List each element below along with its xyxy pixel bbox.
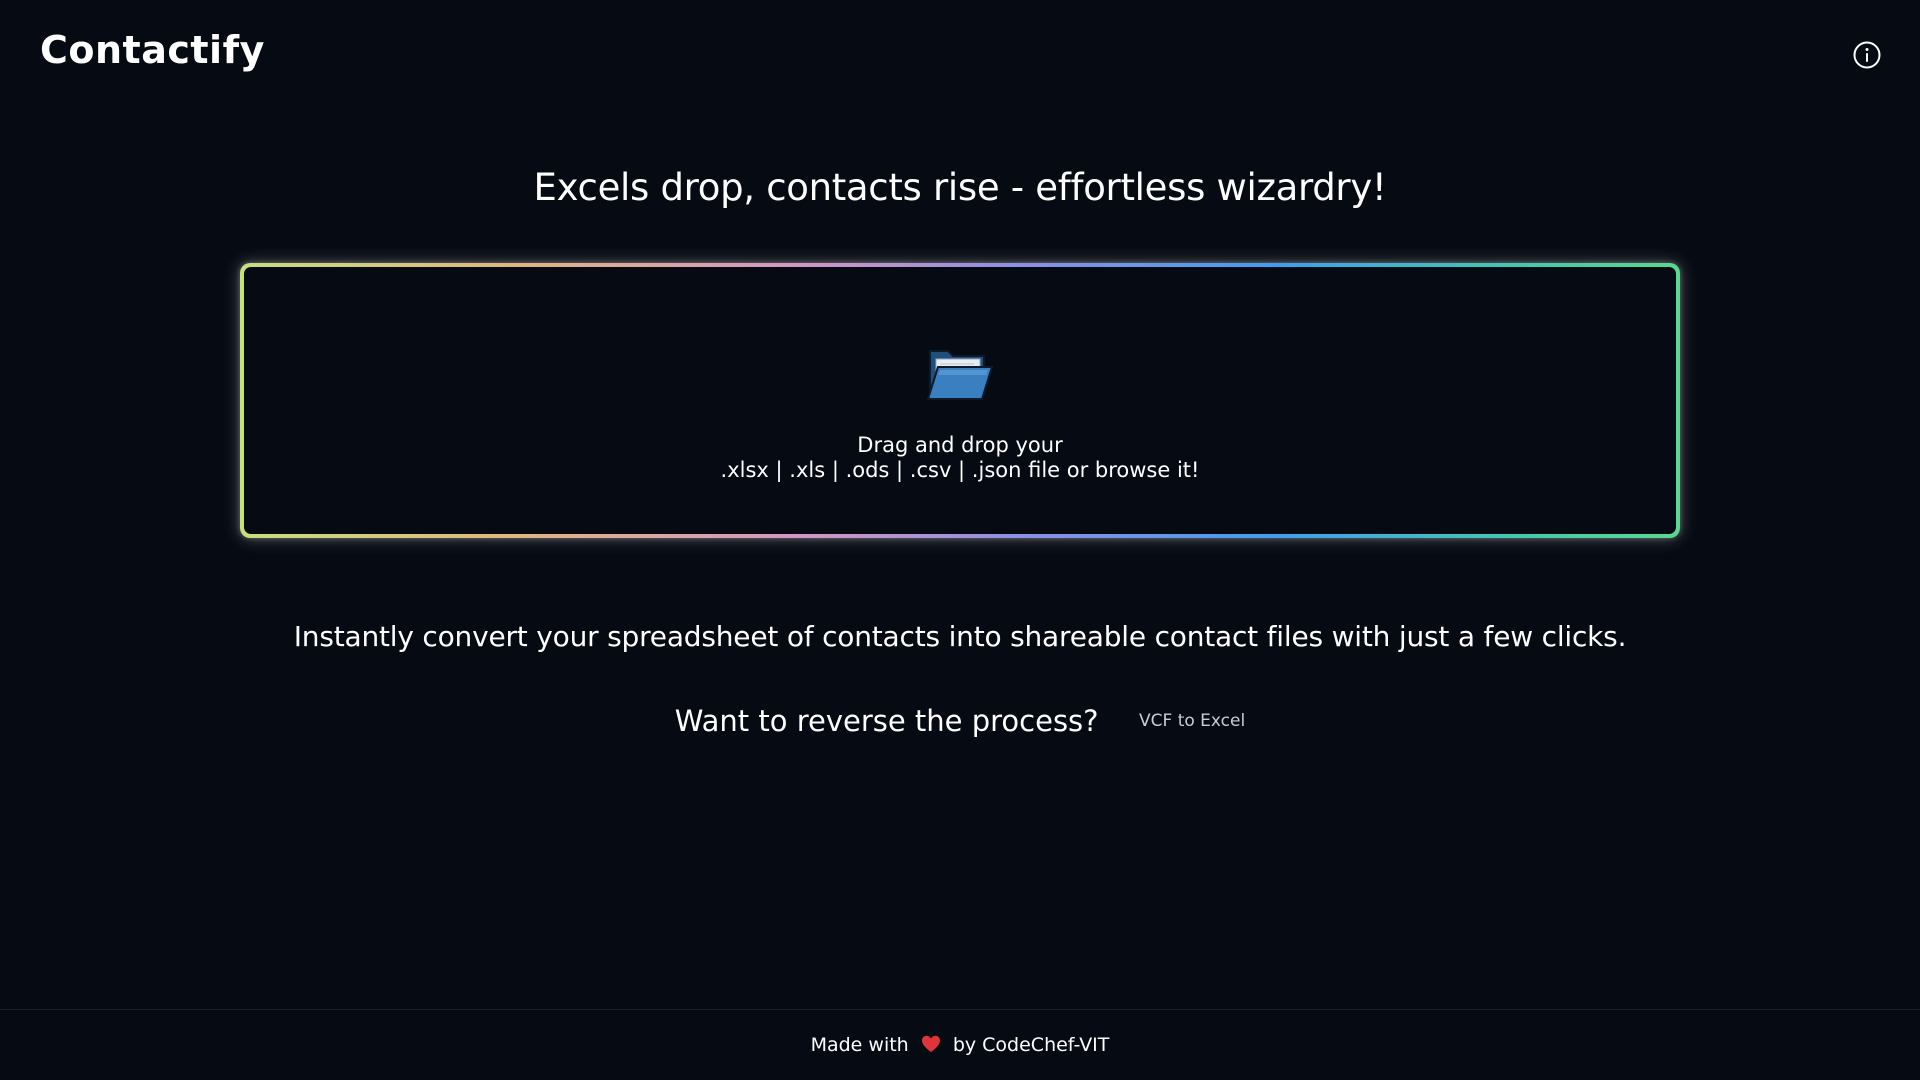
reverse-row: Want to reverse the process? VCF to Exce… — [0, 704, 1920, 738]
footer-prefix: Made with — [810, 1034, 909, 1056]
reverse-question: Want to reverse the process? — [674, 704, 1099, 738]
footer: Made with by CodeChef-VIT — [0, 1009, 1920, 1080]
footer-suffix[interactable]: by CodeChef-VIT — [953, 1034, 1110, 1056]
page: Contactify Excels drop, contacts rise - … — [0, 0, 1920, 1080]
app-logo[interactable]: Contactify — [40, 28, 265, 72]
dropzone-inner[interactable]: Drag and drop your .xlsx | .xls | .ods |… — [244, 267, 1676, 534]
dropzone-instruction: Drag and drop your — [857, 433, 1063, 457]
dropzone-file-types: .xlsx | .xls | .ods | .csv | .json file … — [720, 458, 1200, 482]
info-icon[interactable] — [1852, 40, 1882, 70]
heart-icon — [921, 1012, 941, 1052]
page-headline: Excels drop, contacts rise - effortless … — [533, 166, 1387, 209]
vcf-to-excel-link[interactable]: VCF to Excel — [1139, 711, 1245, 731]
open-folder-icon — [926, 345, 994, 403]
top-bar: Contactify — [0, 0, 1920, 105]
description-text: Instantly convert your spreadsheet of co… — [293, 620, 1627, 653]
file-dropzone[interactable]: Drag and drop your .xlsx | .xls | .ods |… — [240, 263, 1680, 538]
